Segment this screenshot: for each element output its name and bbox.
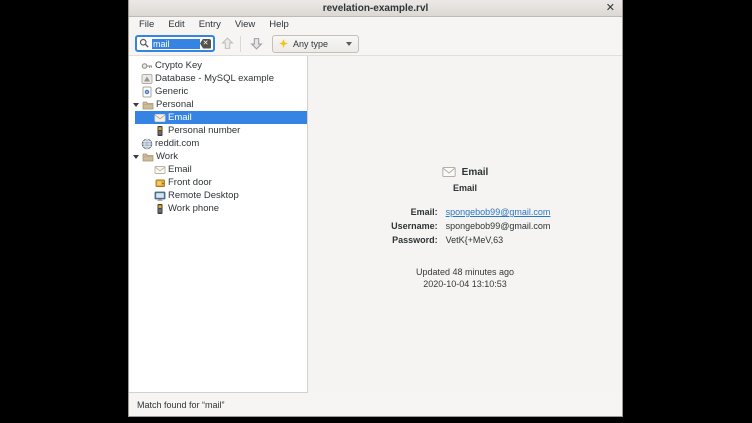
field-label-password: Password: (380, 235, 438, 245)
tree-item-work-email[interactable]: Email (129, 163, 307, 176)
field-label-username: Username: (380, 221, 438, 231)
type-filter-dropdown[interactable]: Any type (272, 35, 359, 53)
generic-icon (141, 86, 153, 98)
tree-item-personal-number[interactable]: Personal number (129, 124, 307, 137)
entry-tree[interactable]: Crypto Key Database - MySQL example Gene… (129, 56, 308, 393)
menubar: File Edit Entry View Help (129, 17, 622, 32)
key-icon (141, 60, 153, 72)
email-open-icon (154, 164, 166, 176)
status-message: Match found for “mail” (137, 400, 225, 410)
arrow-up-icon (221, 37, 234, 50)
arrow-down-icon (250, 37, 263, 50)
find-next-button[interactable] (247, 34, 266, 53)
type-filter-value: Any type (293, 39, 346, 49)
toolbar-separator (240, 36, 241, 52)
updated-timestamp: 2020-10-04 13:10:53 (416, 278, 514, 290)
find-previous-button[interactable] (218, 34, 237, 53)
tree-item-work-folder[interactable]: Work (129, 150, 307, 163)
phone-icon (154, 203, 166, 215)
tree-item-reddit[interactable]: reddit.com (129, 137, 307, 150)
statusbar: Match found for “mail” (129, 393, 622, 416)
menu-edit[interactable]: Edit (161, 17, 191, 32)
folder-icon (142, 151, 154, 163)
field-list: Email: spongebob99@gmail.com Username: s… (380, 207, 551, 245)
entry-title: Email (462, 167, 489, 178)
tree-item-database[interactable]: Database - MySQL example (129, 72, 307, 85)
menu-view[interactable]: View (228, 17, 262, 32)
menu-help[interactable]: Help (262, 17, 296, 32)
updated-info: Updated 48 minutes ago 2020-10-04 13:10:… (416, 266, 514, 290)
clear-entry-icon[interactable]: ✕ (200, 39, 211, 49)
tree-item-work-phone[interactable]: Work phone (129, 202, 307, 215)
email-link[interactable]: spongebob99@gmail.com (446, 207, 551, 217)
entry-details-panel: Email Email Email: spongebob99@gmail.com… (308, 56, 622, 393)
window-close-icon[interactable]: ✕ (606, 1, 615, 16)
remote-desktop-icon (154, 190, 166, 202)
updated-relative: Updated 48 minutes ago (416, 266, 514, 278)
any-type-star-icon (279, 39, 288, 48)
expander-icon[interactable] (133, 155, 139, 159)
expander-icon[interactable] (133, 103, 139, 107)
username-value: spongebob99@gmail.com (446, 221, 551, 231)
tree-item-personal-email[interactable]: Email (135, 111, 307, 124)
database-icon (141, 73, 153, 85)
toolbar: mail ✕ Any type (129, 32, 622, 56)
window-title: revelation-example.rvl (129, 3, 622, 14)
details-header: Email (442, 166, 489, 178)
tree-item-generic[interactable]: Generic (129, 85, 307, 98)
search-input[interactable]: mail ✕ (135, 35, 215, 52)
titlebar[interactable]: revelation-example.rvl ✕ (129, 0, 622, 17)
tree-item-crypto-key[interactable]: Crypto Key (129, 59, 307, 72)
search-text: mail (152, 39, 200, 49)
door-icon (154, 177, 166, 189)
email-icon (442, 166, 456, 178)
tree-item-front-door[interactable]: Front door (129, 176, 307, 189)
folder-icon (142, 99, 154, 111)
main-area: Crypto Key Database - MySQL example Gene… (129, 56, 622, 393)
menu-file[interactable]: File (132, 17, 161, 32)
password-value: VetK{+MeV,63 (446, 235, 551, 245)
search-icon (139, 38, 150, 49)
phone-icon (154, 125, 166, 137)
website-icon (141, 138, 153, 150)
app-window: revelation-example.rvl ✕ File Edit Entry… (128, 0, 623, 417)
chevron-down-icon (346, 42, 352, 46)
field-label-email: Email: (380, 207, 438, 217)
tree-item-remote-desktop[interactable]: Remote Desktop (129, 189, 307, 202)
email-icon (154, 112, 166, 124)
entry-type: Email (453, 183, 477, 193)
tree-item-personal-folder[interactable]: Personal (129, 98, 307, 111)
menu-entry[interactable]: Entry (192, 17, 228, 32)
